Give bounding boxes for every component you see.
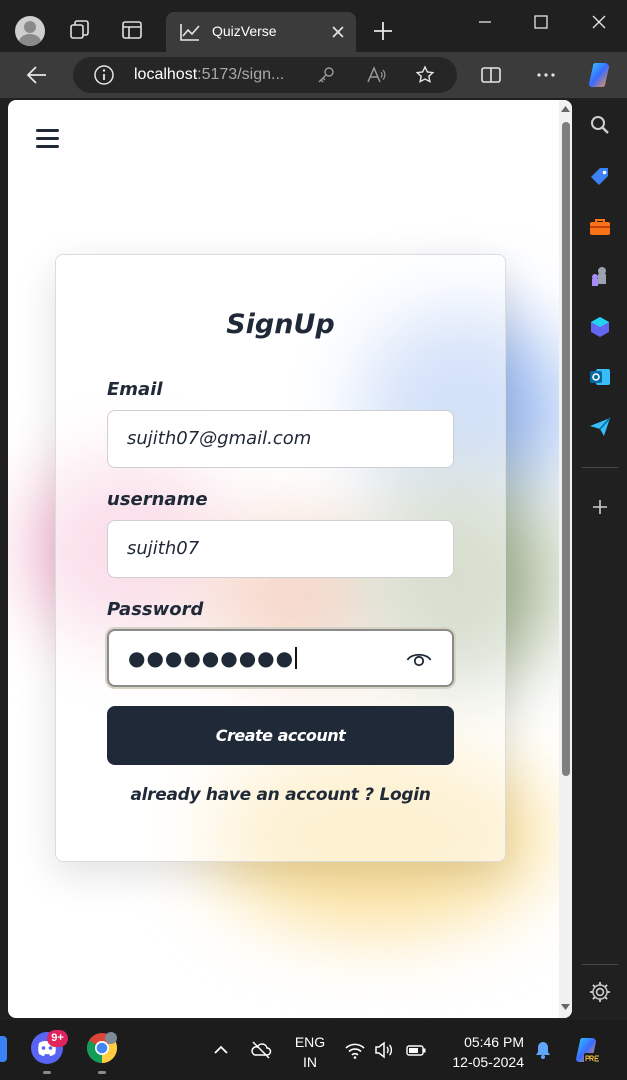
password-label: Password [107,599,204,620]
copilot-icon[interactable] [585,60,615,90]
address-bar[interactable]: localhost:5173/sign... [73,57,457,93]
email-label: Email [107,379,163,400]
username-value: sujith07 [127,538,200,559]
sidebar-divider [582,467,618,468]
workspaces-icon[interactable] [68,18,92,42]
minimize-icon[interactable] [473,10,497,34]
outlook-icon[interactable] [587,364,613,390]
battery-icon[interactable] [405,1039,427,1061]
copilot-pre-icon[interactable] [572,1035,602,1065]
notification-bell-icon[interactable] [532,1039,554,1061]
login-prompt: already have an account ? Login [130,785,431,805]
games-chess-icon[interactable] [587,264,613,290]
microsoft-365-icon[interactable] [587,314,613,340]
login-link[interactable]: Login [379,785,430,805]
discord-notification-badge: 9+ [47,1030,68,1047]
onedrive-offline-icon[interactable] [250,1039,272,1061]
tab-title: QuizVerse [212,23,277,39]
search-icon[interactable] [587,112,613,138]
app-running-indicator [98,1071,106,1074]
close-window-icon[interactable] [587,10,611,34]
username-field[interactable]: sujith07 [107,520,454,578]
windows-taskbar: 9+ ENG IN 05:46 PM 12-05-2024 [0,1020,627,1080]
profile-avatar[interactable] [15,16,45,46]
favorite-star-icon[interactable] [415,65,435,85]
read-aloud-icon[interactable] [366,65,386,85]
close-tab-icon[interactable] [328,22,348,42]
wifi-icon[interactable] [344,1039,366,1061]
app-running-indicator [43,1071,51,1074]
volume-icon[interactable] [373,1039,395,1061]
tools-briefcase-icon[interactable] [587,214,613,240]
language-indicator[interactable]: ENG IN [293,1032,327,1072]
new-tab-icon[interactable] [372,20,394,42]
show-hidden-icons-chevron-icon[interactable] [210,1039,232,1061]
browser-toolbar: localhost:5173/sign... [0,52,627,98]
start-edge-icon[interactable] [0,1036,7,1062]
create-account-button[interactable]: Create account [107,706,454,765]
hamburger-menu-icon[interactable] [36,128,60,150]
shopping-tag-icon[interactable] [587,164,613,190]
chrome-icon[interactable] [85,1031,119,1065]
settings-gear-icon[interactable] [587,979,613,1005]
more-options-icon[interactable] [534,63,558,87]
page-viewport: SignUp Email sujith07@gmail.com username… [8,100,572,1018]
add-icon[interactable] [587,494,613,520]
system-clock[interactable]: 05:46 PM 12-05-2024 [440,1032,524,1072]
url-text[interactable]: localhost:5173/sign... [134,66,284,84]
password-field[interactable]: ●●●●●●●●● [107,629,454,687]
vertical-tabs-icon[interactable] [120,18,144,42]
password-value: ●●●●●●●●● [128,646,297,670]
scroll-thumb[interactable] [562,122,570,776]
edge-sidebar [573,98,627,1020]
page-title: SignUp [226,309,335,340]
email-value: sujith07@gmail.com [127,428,312,449]
send-plane-icon[interactable] [587,414,613,440]
username-label: username [107,489,208,510]
sidebar-divider [582,964,618,965]
signup-card: SignUp Email sujith07@gmail.com username… [55,254,506,862]
maximize-icon[interactable] [529,10,553,34]
scroll-up-arrow-icon[interactable] [560,104,571,114]
show-password-eye-icon[interactable] [406,650,432,668]
key-icon[interactable] [316,65,336,85]
browser-title-bar: QuizVerse [0,0,627,56]
scroll-down-arrow-icon[interactable] [560,1002,571,1012]
active-tab[interactable]: QuizVerse [166,12,356,52]
split-screen-icon[interactable] [479,63,503,87]
chart-line-icon [180,24,200,41]
email-field[interactable]: sujith07@gmail.com [107,410,454,468]
page-scrollbar[interactable] [559,100,572,1018]
site-info-icon[interactable] [93,64,115,86]
back-arrow-icon[interactable] [24,62,50,88]
